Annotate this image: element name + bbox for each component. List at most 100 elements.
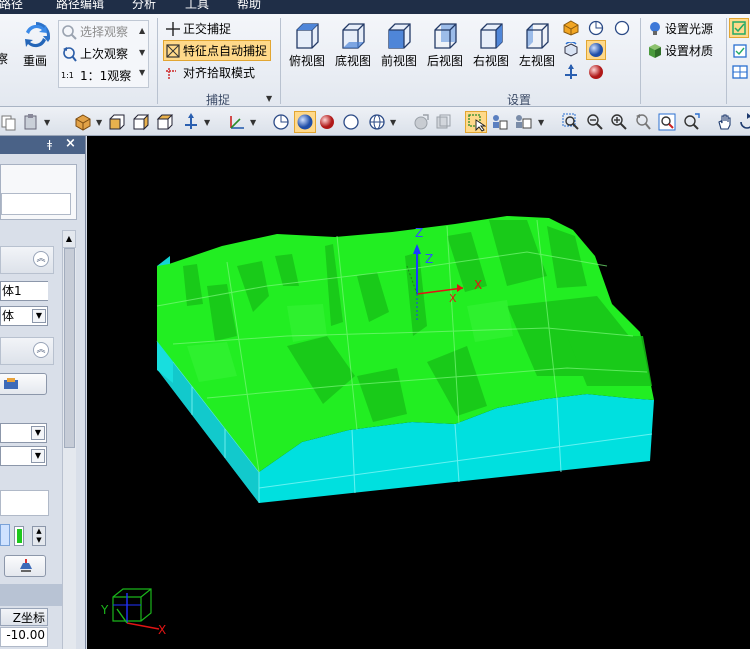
display-option-icon[interactable] <box>729 18 749 38</box>
name-field[interactable]: 体1 <box>0 281 48 301</box>
previous-view-icon <box>61 46 77 62</box>
zoom-in-icon[interactable] <box>610 113 628 131</box>
menu-bar: 路径 路径编辑 分析 工具 帮助 <box>0 0 750 14</box>
rotate-icon[interactable] <box>738 113 750 131</box>
user-pick-icon[interactable] <box>490 113 508 131</box>
disabled-cut-icon <box>434 113 452 131</box>
zoom-window-icon[interactable] <box>562 113 580 131</box>
move-axis-icon[interactable] <box>182 113 200 131</box>
spin-stepper[interactable]: ▲ ▼ <box>32 526 46 546</box>
move-axis-dropdown-icon[interactable]: ▼ <box>204 118 210 127</box>
shaded-box-icon[interactable] <box>74 113 92 131</box>
menu-item-path[interactable]: 路径 <box>0 0 23 12</box>
chevron-down-icon[interactable]: ▼ <box>31 449 45 463</box>
outline-sphere-icon[interactable] <box>342 113 360 131</box>
pin-icon[interactable]: ǂ <box>47 138 52 151</box>
scrollbar-thumb[interactable] <box>64 248 75 448</box>
color-swatch-green-box[interactable] <box>14 526 24 546</box>
rotate-view-icon[interactable] <box>563 41 579 58</box>
box-front-icon[interactable] <box>108 113 126 131</box>
section-header-1[interactable]: ︽ <box>0 246 54 274</box>
globe-icon[interactable] <box>368 113 386 131</box>
axis-x-label: X <box>474 278 483 292</box>
right-view-cube-icon <box>478 22 504 49</box>
menu-item-path-edit[interactable]: 路径编辑 <box>56 0 104 12</box>
expand-gallery-icon[interactable]: ▼ <box>139 68 145 77</box>
paste-icon[interactable] <box>22 113 40 131</box>
set-light-button[interactable]: 设置光源 <box>648 20 713 37</box>
3d-viewport[interactable]: Z Z X X Y X <box>87 136 750 649</box>
shaded-sphere-icon[interactable] <box>294 111 316 133</box>
copy-icon[interactable] <box>0 113 18 131</box>
z-coordinate-cell[interactable]: -10.00 <box>0 627 48 647</box>
right-view-button[interactable]: 右视图 <box>473 22 509 69</box>
coordinate-system-icon[interactable] <box>228 113 246 131</box>
set-material-button[interactable]: 设置材质 <box>648 42 713 59</box>
pan-hand-icon[interactable] <box>716 113 734 131</box>
menu-item-analysis[interactable]: 分析 <box>132 0 156 12</box>
zoom-previous-icon[interactable] <box>634 113 652 131</box>
align-pick-mode-button[interactable]: 对齐拾取模式 <box>166 64 255 81</box>
menu-item-tools[interactable]: 工具 <box>185 0 209 12</box>
color-swatch-blue[interactable] <box>0 524 10 546</box>
param-select-1[interactable]: ▼ <box>0 423 47 443</box>
zoom-extents-icon[interactable] <box>658 113 676 131</box>
param-select-2[interactable]: ▼ <box>0 446 47 466</box>
chevron-down-icon[interactable]: ▼ <box>32 309 46 323</box>
group-pick-icon[interactable] <box>514 113 532 131</box>
box-top-icon[interactable] <box>156 113 174 131</box>
paste-dropdown-icon[interactable]: ▼ <box>44 118 50 127</box>
select-pick-icon[interactable] <box>465 111 487 133</box>
top-view-button[interactable]: 俯视图 <box>289 22 325 69</box>
scroll-down-icon[interactable]: ▼ <box>139 48 145 57</box>
bottom-view-button[interactable]: 底视图 <box>335 22 371 69</box>
value-input[interactable] <box>0 490 49 516</box>
ortho-capture-button[interactable]: 正交捕捉 <box>166 20 231 37</box>
close-icon[interactable]: × <box>65 136 76 151</box>
capture-group-expand-icon[interactable]: ▼ <box>266 94 272 103</box>
material-sphere-icon[interactable] <box>318 113 336 131</box>
panel-input-box[interactable] <box>1 193 71 215</box>
one-to-one-view-button[interactable]: 1:1 1：1观察 <box>61 67 131 84</box>
chevron-down-icon[interactable]: ▼ <box>31 426 45 440</box>
redraw-button[interactable]: 重画 <box>22 22 52 69</box>
tool-button[interactable] <box>0 373 47 395</box>
menu-item-help[interactable]: 帮助 <box>237 0 261 12</box>
scroll-up-icon[interactable]: ▲ <box>139 26 145 35</box>
material-icon <box>648 43 662 59</box>
light-button[interactable] <box>4 555 46 577</box>
outline-render-icon[interactable] <box>614 20 630 36</box>
ortho-capture-label: 正交捕捉 <box>183 22 232 36</box>
coordinate-dropdown-icon[interactable]: ▼ <box>250 118 256 127</box>
wireframe-sphere-icon[interactable] <box>272 113 290 131</box>
layer-option-icon[interactable] <box>731 42 749 60</box>
back-view-button[interactable]: 后视图 <box>427 22 463 69</box>
disabled-shape-icon <box>412 113 430 131</box>
left-view-button[interactable]: 左视图 <box>519 22 555 69</box>
globe-dropdown-icon[interactable]: ▼ <box>390 118 396 127</box>
z-coordinate-label: Z坐标 <box>12 611 45 625</box>
chevron-up-icon[interactable]: ︽ <box>33 342 49 358</box>
axis-view-icon[interactable] <box>563 64 579 80</box>
shaded-render-icon[interactable] <box>586 40 606 60</box>
previous-view-button[interactable]: 上次观察 <box>61 45 128 62</box>
section-header-2[interactable]: ︽ <box>0 337 54 365</box>
iso-view-icon[interactable] <box>563 20 579 36</box>
type-select[interactable]: 体 ▼ <box>0 306 48 326</box>
shaded-box-dropdown-icon[interactable]: ▼ <box>96 118 102 127</box>
chevron-up-icon[interactable]: ︽ <box>33 251 49 267</box>
cut-view-button[interactable]: 察 <box>0 50 8 67</box>
front-view-button[interactable]: 前视图 <box>381 22 417 69</box>
panel-info-area <box>0 164 77 220</box>
wireframe-render-icon[interactable] <box>588 20 604 36</box>
box-side-icon[interactable] <box>132 113 150 131</box>
zoom-all-icon[interactable] <box>682 113 700 131</box>
zoom-out-icon[interactable] <box>586 113 604 131</box>
select-view-button[interactable]: 选择观察 <box>61 23 128 40</box>
panel-scrollbar[interactable] <box>62 248 76 649</box>
feature-point-capture-button[interactable]: 特征点自动捕捉 <box>163 40 272 61</box>
scroll-up-button[interactable]: ▲ <box>62 230 76 248</box>
pick-dropdown-icon[interactable]: ▼ <box>538 118 544 127</box>
grid-option-icon[interactable] <box>731 64 749 82</box>
material-render-icon[interactable] <box>588 64 604 80</box>
